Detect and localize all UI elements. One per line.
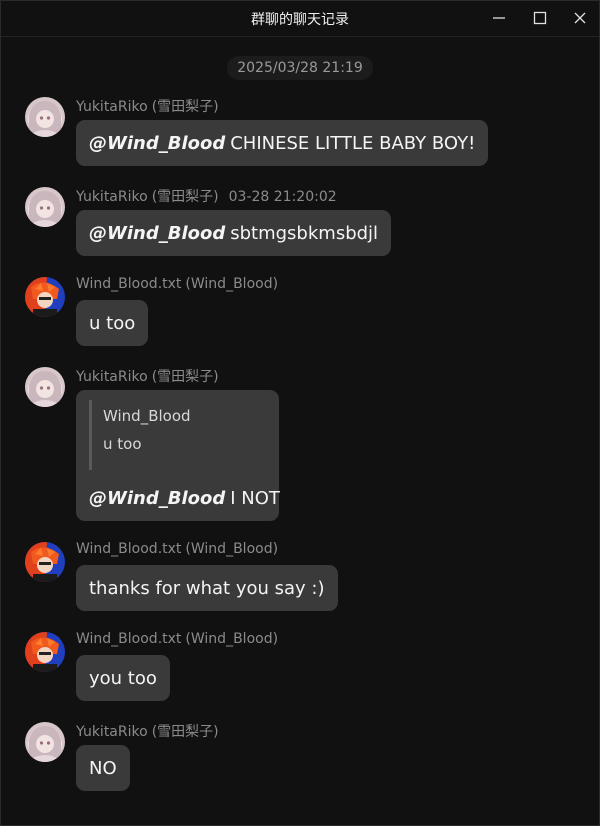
minimize-button[interactable] — [487, 7, 511, 29]
mention[interactable]: @Wind_Blood — [89, 223, 225, 244]
sender-name: YukitaRiko (雪田梨子) 03-28 21:20:02 — [76, 189, 337, 205]
avatar[interactable] — [25, 277, 65, 317]
close-button[interactable] — [568, 7, 592, 29]
message-bubble[interactable]: @Wind_Blood CHINESE LITTLE BABY BOY! — [76, 120, 489, 166]
quoted-message[interactable]: Wind_Blood u too — [89, 400, 191, 470]
close-icon — [574, 12, 586, 24]
avatar[interactable] — [25, 632, 65, 672]
message-bubble[interactable]: NO — [76, 745, 130, 791]
avatar[interactable] — [25, 187, 65, 227]
message-text: I NOT — [230, 487, 280, 509]
message-bubble[interactable]: @Wind_Blood sbtmgsbkmsbdjl — [76, 210, 392, 256]
avatar[interactable] — [25, 367, 65, 407]
sender-name: YukitaRiko (雪田梨子) — [76, 369, 219, 385]
message-bubble[interactable]: thanks for what you say :) — [76, 565, 338, 611]
message-list[interactable]: 2025/03/28 21:19 YukitaRiko (雪田梨子) @Wind_… — [1, 37, 599, 825]
mention[interactable]: @Wind_Blood — [89, 488, 225, 509]
maximize-button[interactable] — [528, 7, 552, 29]
message-text: thanks for what you say :) — [89, 577, 325, 599]
message-bubble[interactable]: u too — [76, 300, 149, 346]
message-text: CHINESE LITTLE BABY BOY! — [230, 132, 476, 154]
message-bubble[interactable]: you too — [76, 655, 170, 701]
message-text: u too — [89, 312, 136, 334]
minimize-icon — [493, 17, 505, 19]
message-time: 03-28 21:20:02 — [228, 189, 337, 205]
sender-name: Wind_Blood.txt (Wind_Blood) — [76, 276, 279, 292]
avatar[interactable] — [25, 722, 65, 762]
quote-author: Wind_Blood — [103, 407, 191, 425]
chat-history-window: 群聊的聊天记录 2025/03/28 21:19 YukitaRiko (雪田梨子… — [0, 0, 600, 826]
avatar[interactable] — [25, 542, 65, 582]
avatar[interactable] — [25, 97, 65, 137]
title-bar: 群聊的聊天记录 — [1, 1, 599, 37]
sender-name: YukitaRiko (雪田梨子) — [76, 99, 219, 115]
message-text: NO — [89, 757, 117, 779]
mention[interactable]: @Wind_Blood — [89, 133, 225, 154]
sender-name: Wind_Blood.txt (Wind_Blood) — [76, 631, 279, 647]
quote-text: u too — [103, 435, 142, 453]
message-text: sbtmgsbkmsbdjl — [230, 222, 379, 244]
sender-name: YukitaRiko (雪田梨子) — [76, 724, 219, 740]
maximize-icon — [533, 11, 547, 25]
message-text: you too — [89, 667, 157, 689]
sender-name: Wind_Blood.txt (Wind_Blood) — [76, 541, 279, 557]
date-divider: 2025/03/28 21:19 — [227, 56, 373, 80]
message-bubble[interactable]: Wind_Blood u too @Wind_Blood I NOT — [76, 390, 280, 521]
